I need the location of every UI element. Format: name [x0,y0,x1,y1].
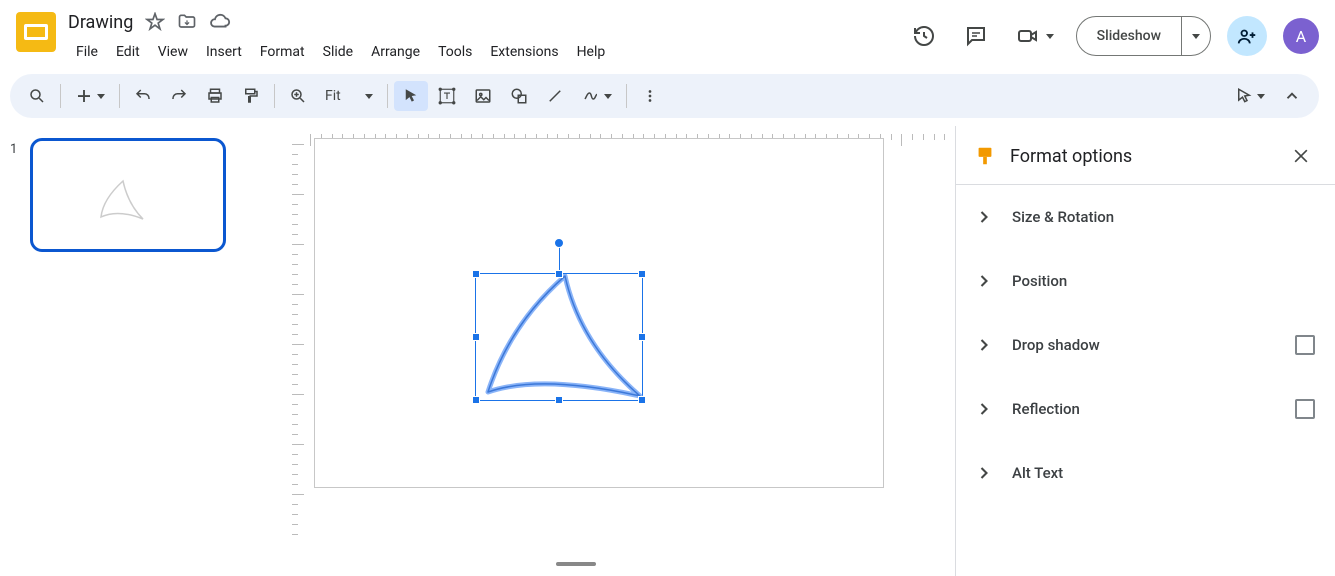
resize-handle-ml[interactable] [472,333,480,341]
panel-section-alt-text[interactable]: Alt Text [956,441,1335,505]
video-call-icon[interactable] [1010,18,1060,54]
print-button[interactable] [198,81,232,111]
menu-insert[interactable]: Insert [198,40,250,64]
more-button[interactable] [633,81,667,111]
share-button[interactable] [1227,16,1267,56]
menu-view[interactable]: View [150,40,196,64]
format-options-panel: Format options Size & Rotation Position Dr… [955,126,1335,576]
history-icon[interactable] [906,18,942,54]
rotation-handle[interactable] [554,238,564,248]
vertical-ruler [286,144,304,576]
thumb-shape-preview [93,179,153,224]
slideshow-button[interactable]: Slideshow [1077,17,1181,55]
chevron-down-icon [1192,34,1200,39]
zoom-button[interactable] [281,81,315,111]
image-tool[interactable] [466,81,500,111]
menu-edit[interactable]: Edit [108,40,148,64]
shape-tool[interactable] [502,81,536,111]
chevron-right-icon [974,335,994,355]
redo-button[interactable] [162,81,196,111]
panel-title: Format options [1010,146,1273,167]
canvas-area[interactable] [246,126,955,576]
chevron-right-icon [974,207,994,227]
toolbar: Fit [10,74,1319,118]
document-title[interactable]: Drawing [68,12,133,33]
menu-help[interactable]: Help [569,40,614,64]
resize-handle-tr[interactable] [638,270,646,278]
star-icon[interactable] [145,12,165,32]
chevron-down-icon [1257,94,1265,99]
scribble-tool[interactable] [574,81,620,111]
resize-handle-bl[interactable] [472,396,480,404]
collapse-toolbar-button[interactable] [1275,81,1309,111]
chevron-down-icon [604,94,612,99]
textbox-tool[interactable] [430,81,464,111]
line-tool[interactable] [538,81,572,111]
panel-section-size-rotation[interactable]: Size & Rotation [956,185,1335,249]
section-label: Position [1012,272,1315,290]
search-menu-button[interactable] [20,81,54,111]
comments-icon[interactable] [958,18,994,54]
thumb-number: 1 [10,138,22,252]
app-header: Drawing File Edit View Insert Format Sli… [0,0,1335,74]
panel-section-drop-shadow[interactable]: Drop shadow [956,313,1335,377]
account-avatar[interactable]: A [1283,18,1319,54]
format-options-icon [974,145,996,167]
section-label: Drop shadow [1012,336,1277,354]
close-panel-button[interactable] [1287,142,1315,170]
selection-box[interactable] [475,273,643,401]
paint-format-button[interactable] [234,81,268,111]
resize-handle-br[interactable] [638,396,646,404]
menu-bar: File Edit View Insert Format Slide Arran… [68,40,906,64]
panel-section-position[interactable]: Position [956,249,1335,313]
select-tool[interactable] [394,81,428,111]
zoom-select[interactable]: Fit [317,84,381,108]
chevron-down-icon [1046,34,1054,39]
chevron-right-icon [974,271,994,291]
slide-thumbnails: 1 [0,126,246,576]
resize-handle-tm[interactable] [555,270,563,278]
chevron-down-icon [365,94,373,99]
app-logo[interactable] [16,12,56,52]
chevron-right-icon [974,399,994,419]
menu-slide[interactable]: Slide [315,40,361,64]
undo-button[interactable] [126,81,160,111]
move-folder-icon[interactable] [177,12,197,32]
cloud-saved-icon[interactable] [209,11,231,33]
menu-format[interactable]: Format [252,40,313,64]
menu-extensions[interactable]: Extensions [482,40,566,64]
slide-canvas[interactable] [314,138,884,488]
panel-section-reflection[interactable]: Reflection [956,377,1335,441]
pointer-mode-button[interactable] [1227,81,1273,111]
section-checkbox[interactable] [1295,335,1315,355]
new-slide-button[interactable] [67,81,113,111]
section-checkbox[interactable] [1295,399,1315,419]
notes-drag-handle[interactable] [556,562,596,566]
section-label: Alt Text [1012,464,1315,482]
chevron-down-icon [97,94,105,99]
chevron-right-icon [974,463,994,483]
resize-handle-bm[interactable] [555,396,563,404]
menu-tools[interactable]: Tools [430,40,480,64]
menu-file[interactable]: File [68,40,106,64]
slideshow-button-group: Slideshow [1076,16,1211,56]
resize-handle-mr[interactable] [638,333,646,341]
scribble-shape[interactable] [480,274,648,402]
section-label: Reflection [1012,400,1277,418]
resize-handle-tl[interactable] [472,270,480,278]
slideshow-dropdown[interactable] [1181,17,1210,55]
slide-thumbnail[interactable] [30,138,226,252]
section-label: Size & Rotation [1012,208,1315,226]
menu-arrange[interactable]: Arrange [363,40,428,64]
